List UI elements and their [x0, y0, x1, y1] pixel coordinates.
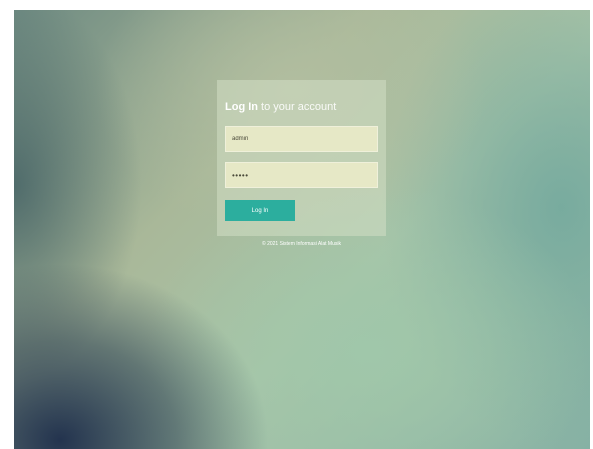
- login-form: Log In to your account Log In: [217, 80, 386, 236]
- login-button[interactable]: Log In: [225, 200, 295, 221]
- username-field[interactable]: [225, 126, 378, 152]
- copyright-footer: © 2021 Sistem Informasi Alat Musik: [262, 241, 341, 247]
- password-field[interactable]: [225, 162, 378, 188]
- page-background: Log In to your account Log In © 2021 Sis…: [14, 10, 590, 449]
- login-title-rest: to your account: [258, 101, 337, 113]
- login-title: Log In to your account: [225, 100, 378, 114]
- login-title-strong: Log In: [225, 101, 258, 113]
